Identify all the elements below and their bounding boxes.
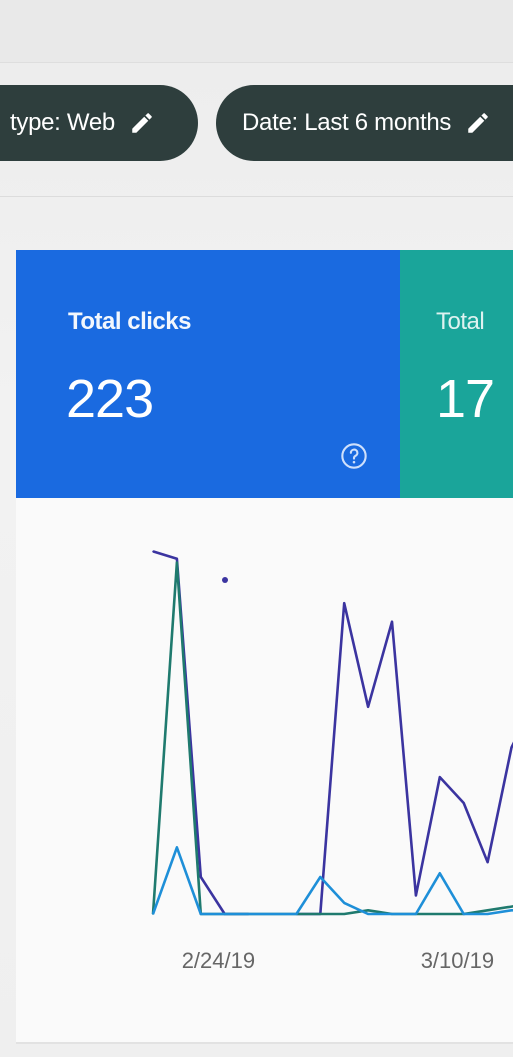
- data-point-clicks: [367, 909, 369, 912]
- data-point-impressions: [367, 706, 369, 708]
- data-point-ctr: [415, 913, 417, 915]
- data-point-ctr: [486, 913, 489, 915]
- data-point-impressions: [343, 602, 346, 604]
- data-point-ctr: [343, 902, 346, 904]
- data-point-ctr: [223, 913, 226, 915]
- total-clicks-value: 223: [66, 369, 154, 429]
- data-point-ctr: [439, 872, 441, 875]
- data-point-impressions: [176, 558, 178, 560]
- total-impressions-card[interactable]: Total 17: [400, 250, 513, 498]
- data-point-ctr: [367, 913, 369, 915]
- performance-chart: 2/24/19 3/10/19: [16, 498, 513, 1044]
- filter-chip-type-label: type: Web: [10, 109, 115, 136]
- data-point-marker: [222, 577, 228, 583]
- pencil-icon[interactable]: [129, 110, 155, 136]
- metric-cards: Total clicks 223 Total 17: [16, 250, 513, 498]
- screen: type: Web Date: Last 6 months Total clic…: [0, 0, 513, 1057]
- filter-chip-date-label: Date: Last 6 months: [242, 109, 452, 136]
- data-point-impressions: [200, 876, 202, 878]
- data-point-impressions: [391, 620, 393, 623]
- data-point-clicks: [486, 909, 489, 912]
- series-line-ctr: [151, 846, 513, 916]
- data-point-ctr: [200, 913, 202, 915]
- total-clicks-card[interactable]: Total clicks 223: [16, 250, 400, 498]
- data-point-ctr: [510, 909, 513, 912]
- data-point-ctr: [391, 913, 393, 915]
- data-point-clicks: [176, 561, 178, 564]
- data-point-impressions: [510, 746, 513, 749]
- data-point-ctr: [295, 913, 298, 915]
- total-clicks-label: Total clicks: [68, 308, 191, 335]
- total-impressions-value: 17: [436, 369, 495, 429]
- data-point-clicks: [510, 905, 513, 908]
- data-point-clicks: [319, 913, 322, 915]
- filter-chip-date[interactable]: Date: Last 6 months: [216, 85, 513, 161]
- data-point-ctr: [247, 913, 250, 915]
- data-point-ctr: [176, 846, 178, 849]
- data-point-impressions: [462, 802, 465, 804]
- filter-row: type: Web Date: Last 6 months: [0, 85, 513, 175]
- data-point-impressions: [439, 776, 441, 778]
- top-bar: [0, 0, 513, 63]
- data-point-ctr: [462, 913, 465, 915]
- data-point-ctr: [271, 913, 274, 915]
- total-impressions-label: Total: [436, 308, 485, 335]
- series-line-impressions: [152, 550, 249, 916]
- x-tick-label: 2/24/19: [182, 948, 255, 973]
- help-circle-icon[interactable]: [340, 442, 368, 475]
- data-point-impressions: [152, 550, 154, 553]
- series-line-impressions: [296, 601, 513, 916]
- chart-svg: 2/24/19 3/10/19: [151, 550, 513, 973]
- data-point-impressions: [486, 861, 489, 863]
- x-tick-label: 3/10/19: [421, 948, 494, 973]
- data-point-ctr: [319, 876, 322, 878]
- filter-chip-type[interactable]: type: Web: [0, 85, 198, 161]
- data-point-clicks: [439, 913, 441, 915]
- pencil-icon[interactable]: [465, 110, 491, 136]
- data-point-impressions: [415, 894, 417, 897]
- data-point-clicks: [343, 913, 346, 915]
- data-point-ctr: [152, 913, 154, 915]
- divider: [0, 196, 513, 197]
